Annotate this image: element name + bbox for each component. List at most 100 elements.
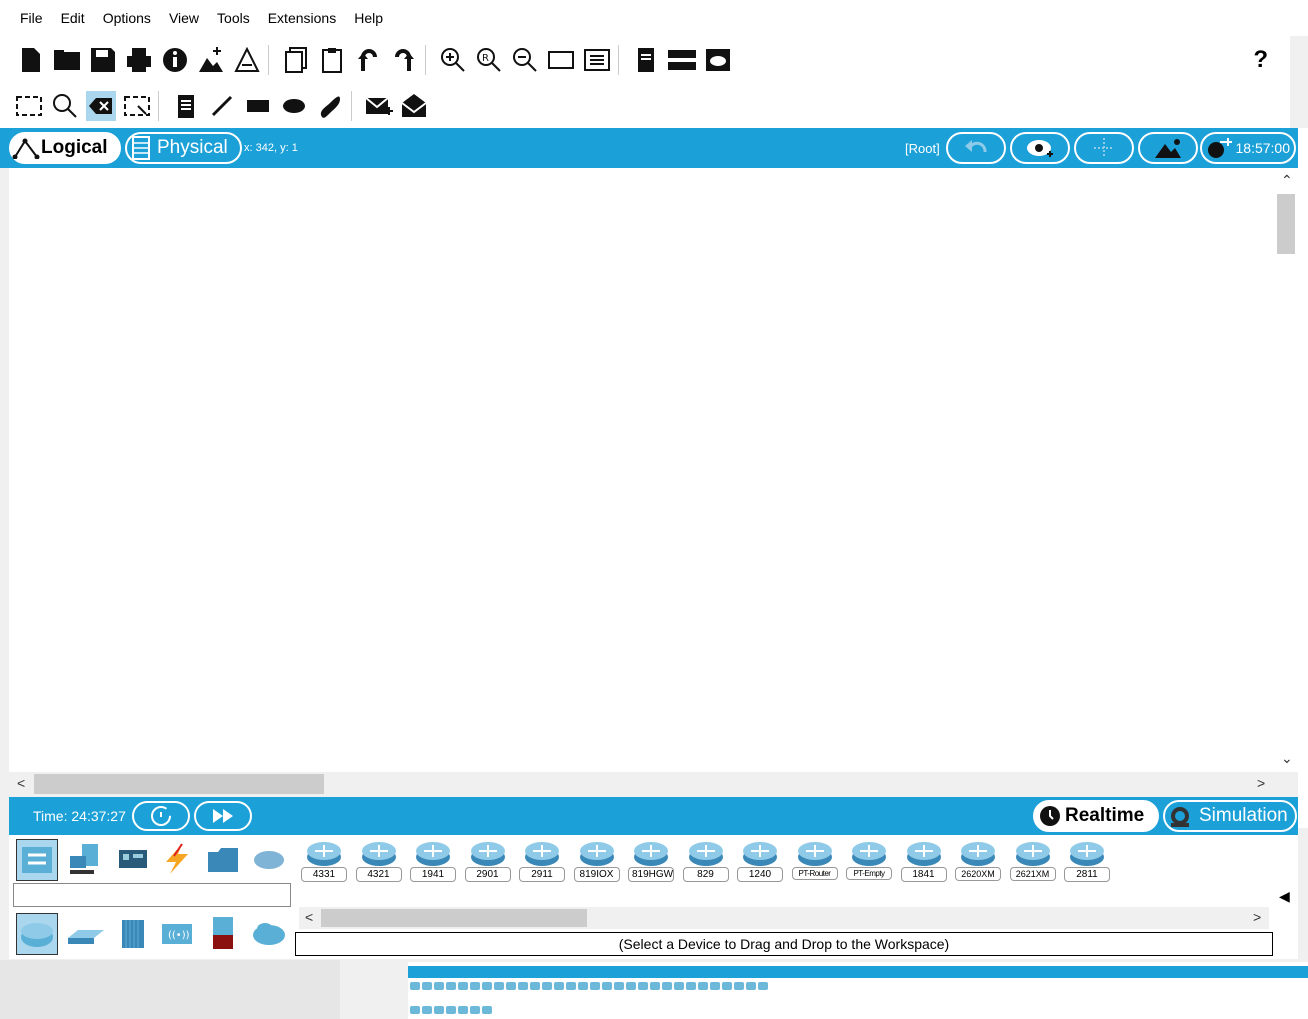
device-model-1941[interactable]: 1941 [408,839,458,882]
activity-wizard-icon[interactable] [196,45,226,75]
new-cluster-button[interactable] [1010,132,1070,164]
scroll-right-icon[interactable]: > [1253,909,1261,925]
scroll-down-icon[interactable]: ⌄ [1281,750,1293,767]
device-model-4331[interactable]: 4331 [299,839,349,882]
scroll-right-icon[interactable]: > [1257,775,1265,791]
wireless-subcategory-icon[interactable]: ((•)) [157,913,197,953]
logical-tab[interactable]: Logical [9,132,121,164]
device-model-819hgw[interactable]: 819HGW [626,839,676,882]
copy-icon[interactable] [281,45,311,75]
device-model-2620xm[interactable]: 2620XM [953,839,1003,882]
device-model-pt-empty[interactable]: PT-Empty [844,839,894,882]
menu-view[interactable]: View [169,10,199,26]
help-button[interactable]: ? [1253,36,1268,84]
select-icon[interactable] [14,91,44,121]
fast-forward-button[interactable] [194,801,252,831]
router-icon [634,842,668,866]
device-model-829[interactable]: 829 [681,839,731,882]
device-model-4321[interactable]: 4321 [354,839,404,882]
rectangle-icon[interactable] [243,91,273,121]
components-category-icon[interactable] [113,839,153,879]
drawing-palette-icon[interactable] [546,45,576,75]
realtime-tab[interactable]: Realtime [1033,800,1159,832]
simulation-tab[interactable]: Simulation [1163,800,1297,832]
vertical-scroll-thumb[interactable] [1277,194,1295,254]
zoom-in-icon[interactable] [438,45,468,75]
miscellaneous-category-icon[interactable] [203,839,243,879]
menu-help[interactable]: Help [354,10,383,26]
scroll-left-icon[interactable]: < [305,909,313,925]
wan-emulation-subcategory-icon[interactable] [249,913,289,953]
freeform-icon[interactable] [315,91,345,121]
custom-device-icon[interactable] [582,45,612,75]
security-subcategory-icon[interactable] [203,913,243,953]
device-model-2901[interactable]: 2901 [463,839,513,882]
hubs-subcategory-icon[interactable] [113,913,153,953]
viewport-icon[interactable] [631,45,661,75]
multiuser-category-icon[interactable] [249,839,289,879]
horizontal-scroll-thumb[interactable] [34,774,324,794]
workspace-horizontal-scrollbar[interactable]: < > [9,772,1298,796]
cloud-icon[interactable] [703,45,733,75]
category-name-box [13,883,291,907]
delete-icon[interactable] [86,91,116,121]
menu-file[interactable]: File [20,10,43,26]
move-object-button[interactable] [1074,132,1134,164]
device-model-label: 2620XM [955,867,1001,881]
physical-tab[interactable]: Physical [125,132,242,164]
menu-extensions[interactable]: Extensions [268,10,336,26]
undo-icon[interactable] [353,45,383,75]
info-icon[interactable] [160,45,190,75]
model-list-scrollbar[interactable]: < > [299,907,1269,929]
paste-icon[interactable] [317,45,347,75]
menu-options[interactable]: Options [103,10,151,26]
device-model-1240[interactable]: 1240 [735,839,785,882]
device-model-pt-router[interactable]: PT-Router [790,839,840,882]
zoom-reset-icon[interactable]: R [474,45,504,75]
model-scroll-thumb[interactable] [321,909,587,927]
line-icon[interactable] [207,91,237,121]
device-model-label: 819IOX [573,867,620,882]
ipc-icon[interactable] [667,45,697,75]
viewport-clock-button[interactable]: 18:57:00 [1200,132,1296,164]
back-button[interactable] [946,132,1006,164]
device-model-2811[interactable]: 2811 [1062,839,1112,882]
connections-category-icon[interactable] [157,839,197,879]
ellipse-icon[interactable] [279,91,309,121]
root-label[interactable]: [Root] [905,141,940,156]
device-model-label: 2621XM [1009,867,1056,881]
print-icon[interactable] [124,45,154,75]
network-info-icon[interactable] [232,45,262,75]
resize-icon[interactable] [122,91,152,121]
router-icon [1015,842,1050,866]
workspace-vertical-scrollbar[interactable]: ⌃ ⌄ [1275,168,1298,772]
add-simple-pdu-icon[interactable] [364,91,394,121]
logical-icon [12,138,40,159]
device-model-2621xm[interactable]: 2621XM [1008,839,1058,882]
menu-tools[interactable]: Tools [217,10,250,26]
open-folder-icon[interactable] [52,45,82,75]
end-devices-category-icon[interactable] [65,839,105,879]
svg-text:((•)): ((•)) [168,930,190,941]
collapse-panel-icon[interactable]: ◀ [1279,888,1290,905]
scroll-up-icon[interactable]: ⌃ [1281,172,1293,189]
add-complex-pdu-icon[interactable] [400,91,430,121]
routers-subcategory-icon[interactable] [16,913,58,955]
switches-subcategory-icon[interactable] [65,913,105,953]
set-background-button[interactable] [1138,132,1198,164]
new-file-icon[interactable] [16,45,46,75]
power-cycle-button[interactable] [132,801,190,831]
redo-icon[interactable] [389,45,419,75]
toolbar-separator [425,45,426,75]
scroll-left-icon[interactable]: < [17,775,25,791]
network-devices-category-icon[interactable] [16,839,58,881]
zoom-out-icon[interactable] [510,45,540,75]
device-model-1841[interactable]: 1841 [899,839,949,882]
menu-edit[interactable]: Edit [61,10,85,26]
inspect-icon[interactable] [50,91,80,121]
save-icon[interactable] [88,45,118,75]
device-model-2911[interactable]: 2911 [517,839,567,882]
note-icon[interactable] [171,91,201,121]
device-model-819iox[interactable]: 819IOX [572,839,622,882]
logical-workspace[interactable] [9,168,1275,772]
